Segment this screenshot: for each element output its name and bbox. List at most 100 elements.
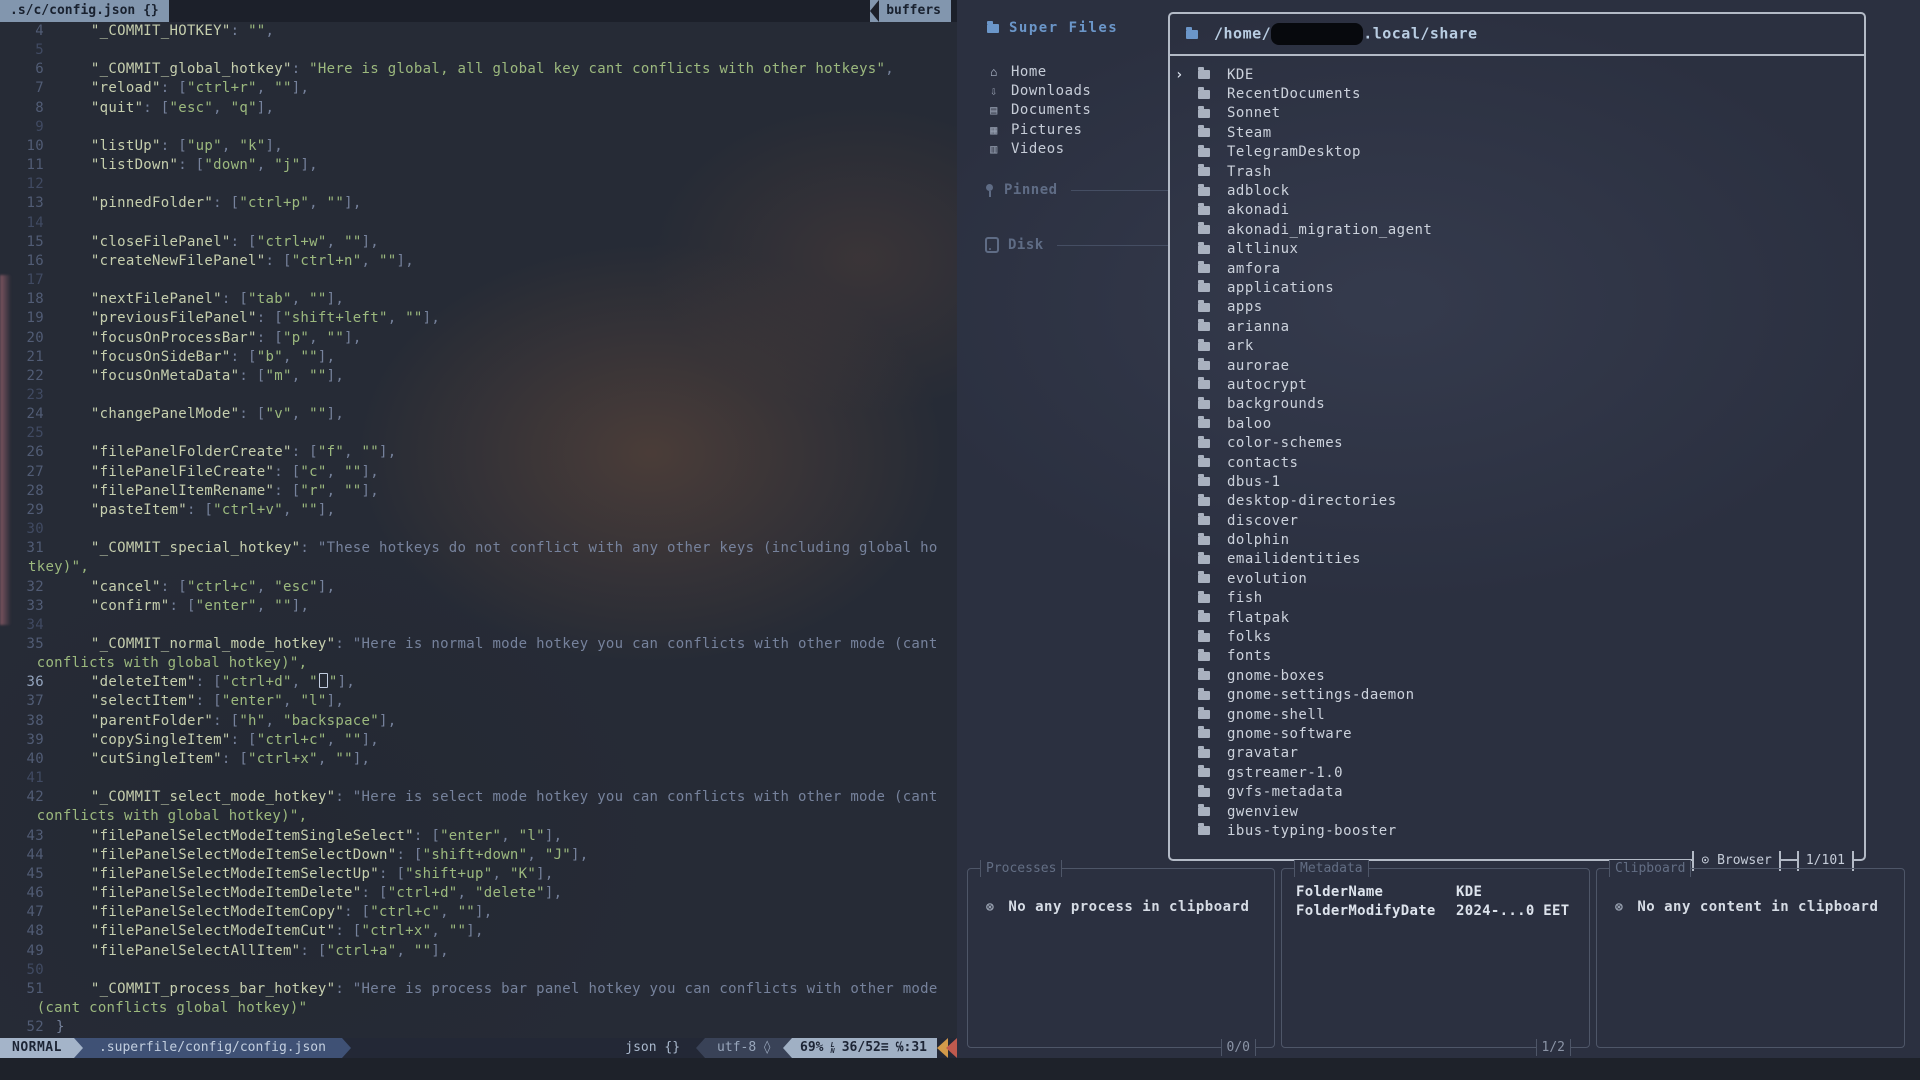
file-entry[interactable]: gstreamer-1.0 bbox=[1170, 763, 1864, 782]
editor-line[interactable]: 40 "cutSingleItem": ["ctrl+x", ""], bbox=[0, 750, 957, 769]
metadata-panel[interactable]: Metadata FolderNameKDEFolderModifyDate20… bbox=[1281, 868, 1590, 1048]
editor-line[interactable]: 15 "closeFilePanel": ["ctrl+w", ""], bbox=[0, 233, 957, 252]
editor-line[interactable]: 41 bbox=[0, 769, 957, 788]
file-entry[interactable]: evolution bbox=[1170, 569, 1864, 588]
editor-line[interactable]: 48 "filePanelSelectModeItemCut": ["ctrl+… bbox=[0, 922, 957, 941]
editor-line[interactable]: 28 "filePanelItemRename": ["r", ""], bbox=[0, 482, 957, 501]
file-entry[interactable]: applications bbox=[1170, 278, 1864, 297]
file-entry[interactable]: amfora bbox=[1170, 259, 1864, 278]
editor-line[interactable]: 23 bbox=[0, 386, 957, 405]
editor-line[interactable]: 6 "_COMMIT_global_hotkey": "Here is glob… bbox=[0, 60, 957, 79]
editor-line[interactable]: 11 "listDown": ["down", "j"], bbox=[0, 156, 957, 175]
editor-line[interactable]: 52} bbox=[0, 1018, 957, 1037]
editor-line[interactable]: 45 "filePanelSelectModeItemSelectUp": ["… bbox=[0, 865, 957, 884]
file-entry[interactable]: dolphin bbox=[1170, 530, 1864, 549]
file-entry[interactable]: gwenview bbox=[1170, 802, 1864, 821]
editor-line[interactable]: 30 bbox=[0, 520, 957, 539]
editor-line[interactable]: 46 "filePanelSelectModeItemDelete": ["ct… bbox=[0, 884, 957, 903]
editor-line[interactable]: tkey)", bbox=[0, 558, 957, 577]
editor-line[interactable]: 25 bbox=[0, 424, 957, 443]
editor-line[interactable]: 39 "copySingleItem": ["ctrl+c", ""], bbox=[0, 731, 957, 750]
editor-line[interactable]: 50 bbox=[0, 961, 957, 980]
file-entry[interactable]: gnome-shell bbox=[1170, 705, 1864, 724]
editor-line[interactable]: conflicts with global hotkey)", bbox=[0, 807, 957, 826]
sidebar-item-videos[interactable]: ▥Videos bbox=[973, 139, 1169, 158]
sidebar-item-home[interactable]: ⌂Home bbox=[973, 62, 1169, 81]
file-entry[interactable]: contacts bbox=[1170, 453, 1864, 472]
file-entry[interactable]: arianna bbox=[1170, 317, 1864, 336]
file-entry[interactable]: gvfs-metadata bbox=[1170, 782, 1864, 801]
buffers-indicator[interactable]: buffers bbox=[870, 0, 951, 22]
file-entry[interactable]: discover bbox=[1170, 511, 1864, 530]
editor-line[interactable]: 36 "deleteItem": ["ctrl+d", ""], bbox=[0, 673, 957, 692]
sidebar-item-pictures[interactable]: ▦Pictures bbox=[973, 120, 1169, 139]
file-entry[interactable]: gravatar bbox=[1170, 744, 1864, 763]
file-entry[interactable]: flatpak bbox=[1170, 608, 1864, 627]
editor-line[interactable]: 26 "filePanelFolderCreate": ["f", ""], bbox=[0, 443, 957, 462]
editor-line[interactable]: 43 "filePanelSelectModeItemSingleSelect"… bbox=[0, 827, 957, 846]
file-entry[interactable]: gnome-boxes bbox=[1170, 666, 1864, 685]
editor-line[interactable]: 37 "selectItem": ["enter", "l"], bbox=[0, 692, 957, 711]
file-entry[interactable]: desktop-directories bbox=[1170, 492, 1864, 511]
file-entry[interactable]: ibus-typing-booster bbox=[1170, 821, 1864, 840]
file-entry[interactable]: ›KDE bbox=[1170, 65, 1864, 84]
sidebar-item-downloads[interactable]: ⇩Downloads bbox=[973, 81, 1169, 100]
editor-line[interactable]: 32 "cancel": ["ctrl+c", "esc"], bbox=[0, 578, 957, 597]
sidebar-item-documents[interactable]: ▤Documents bbox=[973, 101, 1169, 120]
file-entry[interactable]: Trash bbox=[1170, 162, 1864, 181]
file-entry[interactable]: akonadi bbox=[1170, 201, 1864, 220]
editor-line[interactable]: 8 "quit": ["esc", "q"], bbox=[0, 99, 957, 118]
file-entry[interactable]: color-schemes bbox=[1170, 433, 1864, 452]
editor-line[interactable]: 7 "reload": ["ctrl+r", ""], bbox=[0, 79, 957, 98]
file-entry[interactable]: autocrypt bbox=[1170, 375, 1864, 394]
file-panel[interactable]: /home/.local/share ›KDERecentDocumentsSo… bbox=[1168, 12, 1866, 861]
file-entry[interactable]: altlinux bbox=[1170, 240, 1864, 259]
tab-config-json[interactable]: .s/c/config.json {} bbox=[0, 0, 169, 22]
editor-line[interactable]: 18 "nextFilePanel": ["tab", ""], bbox=[0, 290, 957, 309]
editor-line[interactable]: 10 "listUp": ["up", "k"], bbox=[0, 137, 957, 156]
file-entry[interactable]: emailidentities bbox=[1170, 550, 1864, 569]
editor-line[interactable]: 27 "filePanelFileCreate": ["c", ""], bbox=[0, 463, 957, 482]
file-entry[interactable]: gnome-settings-daemon bbox=[1170, 686, 1864, 705]
editor-line[interactable]: 34 bbox=[0, 616, 957, 635]
file-entry[interactable]: adblock bbox=[1170, 181, 1864, 200]
processes-panel[interactable]: Processes ⊗ No any process in clipboard … bbox=[967, 868, 1275, 1048]
file-entry[interactable]: ark bbox=[1170, 336, 1864, 355]
editor-line[interactable]: 17 bbox=[0, 271, 957, 290]
editor-line[interactable]: 21 "focusOnSideBar": ["b", ""], bbox=[0, 348, 957, 367]
file-entry[interactable]: fish bbox=[1170, 589, 1864, 608]
file-entry[interactable]: Sonnet bbox=[1170, 104, 1864, 123]
code-area[interactable]: 4 "_COMMIT_HOTKEY": "",56 "_COMMIT_globa… bbox=[0, 22, 957, 1038]
editor-line[interactable]: 47 "filePanelSelectModeItemCopy": ["ctrl… bbox=[0, 903, 957, 922]
file-entry[interactable]: Steam bbox=[1170, 123, 1864, 142]
editor-line[interactable]: 44 "filePanelSelectModeItemSelectDown": … bbox=[0, 846, 957, 865]
editor-line[interactable]: (cant conflicts global hotkey)" bbox=[0, 999, 957, 1018]
editor-line[interactable]: 14 bbox=[0, 214, 957, 233]
editor-line[interactable]: 33 "confirm": ["enter", ""], bbox=[0, 597, 957, 616]
editor-line[interactable]: 16 "createNewFilePanel": ["ctrl+n", ""], bbox=[0, 252, 957, 271]
file-entry[interactable]: dbus-1 bbox=[1170, 472, 1864, 491]
editor-line[interactable]: 19 "previousFilePanel": ["shift+left", "… bbox=[0, 309, 957, 328]
clipboard-panel[interactable]: Clipboard ⊗ No any content in clipboard bbox=[1596, 868, 1905, 1048]
editor-line[interactable]: 35 "_COMMIT_normal_mode_hotkey": "Here i… bbox=[0, 635, 957, 654]
editor-line[interactable]: 29 "pasteItem": ["ctrl+v", ""], bbox=[0, 501, 957, 520]
file-entry[interactable]: apps bbox=[1170, 298, 1864, 317]
file-entry[interactable]: aurorae bbox=[1170, 356, 1864, 375]
editor-line[interactable]: 51 "_COMMIT_process_bar_hotkey": "Here i… bbox=[0, 980, 957, 999]
file-entry[interactable]: gnome-software bbox=[1170, 724, 1864, 743]
editor-line[interactable]: 38 "parentFolder": ["h", "backspace"], bbox=[0, 712, 957, 731]
editor-line[interactable]: 12 bbox=[0, 175, 957, 194]
editor-line[interactable]: conflicts with global hotkey)", bbox=[0, 654, 957, 673]
editor-line[interactable]: 42 "_COMMIT_select_mode_hotkey": "Here i… bbox=[0, 788, 957, 807]
file-entry[interactable]: baloo bbox=[1170, 414, 1864, 433]
editor-line[interactable]: 31 "_COMMIT_special_hotkey": "These hotk… bbox=[0, 539, 957, 558]
file-entry[interactable]: akonadi_migration_agent bbox=[1170, 220, 1864, 239]
editor-line[interactable]: 4 "_COMMIT_HOTKEY": "", bbox=[0, 22, 957, 41]
file-entry[interactable]: TelegramDesktop bbox=[1170, 143, 1864, 162]
editor-line[interactable]: 24 "changePanelMode": ["v", ""], bbox=[0, 405, 957, 424]
editor-line[interactable]: 13 "pinnedFolder": ["ctrl+p", ""], bbox=[0, 194, 957, 213]
file-entry[interactable]: folks bbox=[1170, 627, 1864, 646]
editor-line[interactable]: 20 "focusOnProcessBar": ["p", ""], bbox=[0, 329, 957, 348]
file-entry[interactable]: RecentDocuments bbox=[1170, 84, 1864, 103]
file-entry[interactable]: fonts bbox=[1170, 647, 1864, 666]
